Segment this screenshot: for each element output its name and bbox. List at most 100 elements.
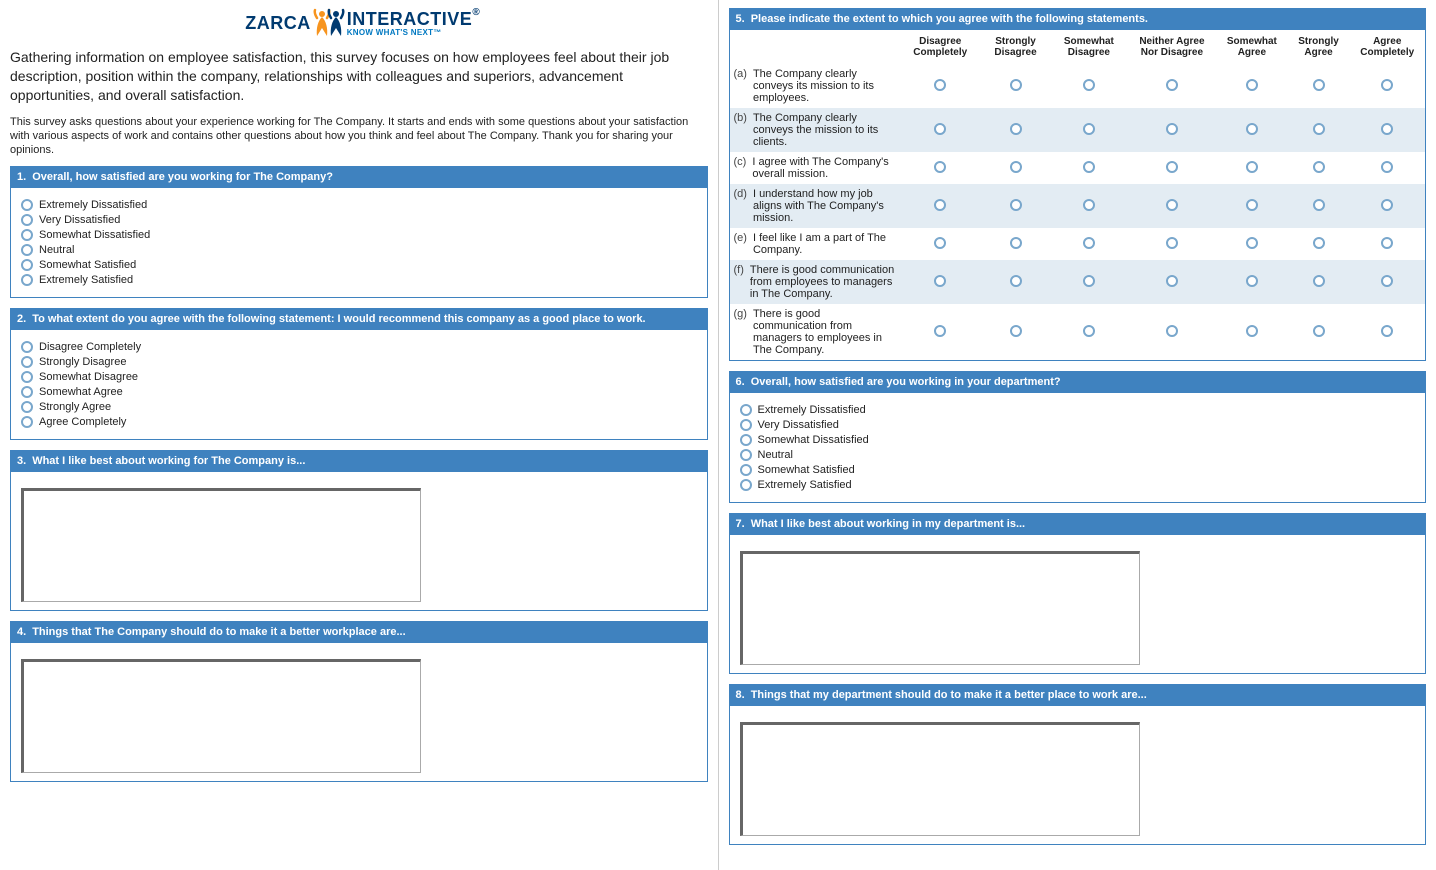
q5-radio-6-4[interactable] — [1246, 325, 1258, 337]
q5-radio-5-1[interactable] — [1010, 275, 1022, 287]
q5-radio-1-2[interactable] — [1083, 123, 1095, 135]
q5-radio-2-0[interactable] — [934, 161, 946, 173]
q5-row-1-idx: (b) — [734, 112, 747, 148]
q6-radio-3[interactable] — [740, 449, 752, 461]
q5-radio-1-4[interactable] — [1246, 123, 1258, 135]
q5-radio-6-3[interactable] — [1166, 325, 1178, 337]
q1-radio-3[interactable] — [21, 244, 33, 256]
logo-people-icon — [313, 8, 345, 38]
q8-textarea[interactable] — [740, 722, 1140, 836]
q5-radio-5-0[interactable] — [934, 275, 946, 287]
survey-page: ZARCA — [0, 0, 1436, 870]
q5-row-0: (a)The Company clearly conveys its missi… — [730, 64, 1426, 108]
q5-radio-1-1[interactable] — [1010, 123, 1022, 135]
q5-radio-4-5[interactable] — [1313, 237, 1325, 249]
q5-radio-3-3[interactable] — [1166, 199, 1178, 211]
q7-number: 7. — [736, 518, 745, 530]
q5-radio-4-0[interactable] — [934, 237, 946, 249]
q2-title: To what extent do you agree with the fol… — [32, 313, 645, 325]
q4-title: Things that The Company should do to mak… — [32, 626, 405, 638]
q6-radio-0[interactable] — [740, 404, 752, 416]
q5-col-5: Strongly Agree — [1288, 30, 1350, 64]
q6-option-2: Somewhat Dissatisfied — [758, 434, 869, 446]
q2-radio-4[interactable] — [21, 401, 33, 413]
q7-header: 7. What I like best about working in my … — [729, 513, 1427, 535]
q5-matrix: Disagree Completely Strongly Disagree So… — [729, 30, 1427, 361]
q5-radio-3-0[interactable] — [934, 199, 946, 211]
q5-row-6-idx: (g) — [734, 308, 747, 356]
q5-row-6-text: There is good communication from manager… — [753, 308, 896, 356]
q2-radio-0[interactable] — [21, 341, 33, 353]
q2-radio-3[interactable] — [21, 386, 33, 398]
q8-title: Things that my department should do to m… — [751, 689, 1147, 701]
q1-radio-0[interactable] — [21, 199, 33, 211]
q5-radio-6-2[interactable] — [1083, 325, 1095, 337]
q5-radio-3-5[interactable] — [1313, 199, 1325, 211]
q2-radio-1[interactable] — [21, 356, 33, 368]
q5-radio-6-1[interactable] — [1010, 325, 1022, 337]
q1-option-3: Neutral — [39, 244, 74, 256]
q5-row-4-idx: (e) — [734, 232, 747, 256]
q1-radio-2[interactable] — [21, 229, 33, 241]
q2-option-4: Strongly Agree — [39, 401, 111, 413]
q4-header: 4. Things that The Company should do to … — [10, 621, 708, 643]
q5-radio-4-3[interactable] — [1166, 237, 1178, 249]
q5-radio-4-4[interactable] — [1246, 237, 1258, 249]
q5-radio-1-0[interactable] — [934, 123, 946, 135]
q5-radio-1-3[interactable] — [1166, 123, 1178, 135]
q5-number: 5. — [736, 13, 745, 25]
q5-radio-6-5[interactable] — [1313, 325, 1325, 337]
q2-option-5: Agree Completely — [39, 416, 126, 428]
q5-radio-2-3[interactable] — [1166, 161, 1178, 173]
q5-radio-6-0[interactable] — [934, 325, 946, 337]
q5-radio-0-5[interactable] — [1313, 79, 1325, 91]
q5-radio-0-0[interactable] — [934, 79, 946, 91]
q4-textarea[interactable] — [21, 659, 421, 773]
q5-radio-4-6[interactable] — [1381, 237, 1393, 249]
q5-radio-5-2[interactable] — [1083, 275, 1095, 287]
q5-radio-2-5[interactable] — [1313, 161, 1325, 173]
q5-radio-6-6[interactable] — [1381, 325, 1393, 337]
q5-radio-1-5[interactable] — [1313, 123, 1325, 135]
q5-radio-3-1[interactable] — [1010, 199, 1022, 211]
q5-radio-5-5[interactable] — [1313, 275, 1325, 287]
q5-radio-5-3[interactable] — [1166, 275, 1178, 287]
q5-radio-4-2[interactable] — [1083, 237, 1095, 249]
q5-radio-2-4[interactable] — [1246, 161, 1258, 173]
q6-radio-4[interactable] — [740, 464, 752, 476]
q5-radio-0-6[interactable] — [1381, 79, 1393, 91]
q7-textarea[interactable] — [740, 551, 1140, 665]
q8-header: 8. Things that my department should do t… — [729, 684, 1427, 706]
q1-radio-1[interactable] — [21, 214, 33, 226]
q5-radio-0-2[interactable] — [1083, 79, 1095, 91]
q5-radio-5-4[interactable] — [1246, 275, 1258, 287]
q1-radio-5[interactable] — [21, 274, 33, 286]
q5-row-1-text: The Company clearly conveys the mission … — [753, 112, 896, 148]
q5-radio-3-6[interactable] — [1381, 199, 1393, 211]
q5-radio-1-6[interactable] — [1381, 123, 1393, 135]
q5-radio-3-4[interactable] — [1246, 199, 1258, 211]
q5-radio-2-6[interactable] — [1381, 161, 1393, 173]
q6-body: Extremely Dissatisfied Very Dissatisfied… — [729, 393, 1427, 503]
q5-radio-3-2[interactable] — [1083, 199, 1095, 211]
q5-row-4-text: I feel like I am a part of The Company. — [753, 232, 896, 256]
q5-row-1: (b) The Company clearly conveys the missi… — [730, 108, 1426, 152]
q5-radio-5-6[interactable] — [1381, 275, 1393, 287]
q5-radio-0-3[interactable] — [1166, 79, 1178, 91]
q6-radio-1[interactable] — [740, 419, 752, 431]
q1-radio-4[interactable] — [21, 259, 33, 271]
q4-number: 4. — [17, 626, 26, 638]
q5-col-4: Somewhat Agree — [1216, 30, 1287, 64]
q3-textarea[interactable] — [21, 488, 421, 602]
q5-radio-2-1[interactable] — [1010, 161, 1022, 173]
q2-radio-2[interactable] — [21, 371, 33, 383]
q6-radio-2[interactable] — [740, 434, 752, 446]
q6-radio-5[interactable] — [740, 479, 752, 491]
q5-radio-4-1[interactable] — [1010, 237, 1022, 249]
q5-radio-0-4[interactable] — [1246, 79, 1258, 91]
q5-radio-0-1[interactable] — [1010, 79, 1022, 91]
q2-radio-5[interactable] — [21, 416, 33, 428]
q5-radio-2-2[interactable] — [1083, 161, 1095, 173]
q5-row-2: (c)I agree with The Company's overall mi… — [730, 152, 1426, 184]
q5-row-0-text: The Company clearly conveys its mission … — [753, 68, 896, 104]
